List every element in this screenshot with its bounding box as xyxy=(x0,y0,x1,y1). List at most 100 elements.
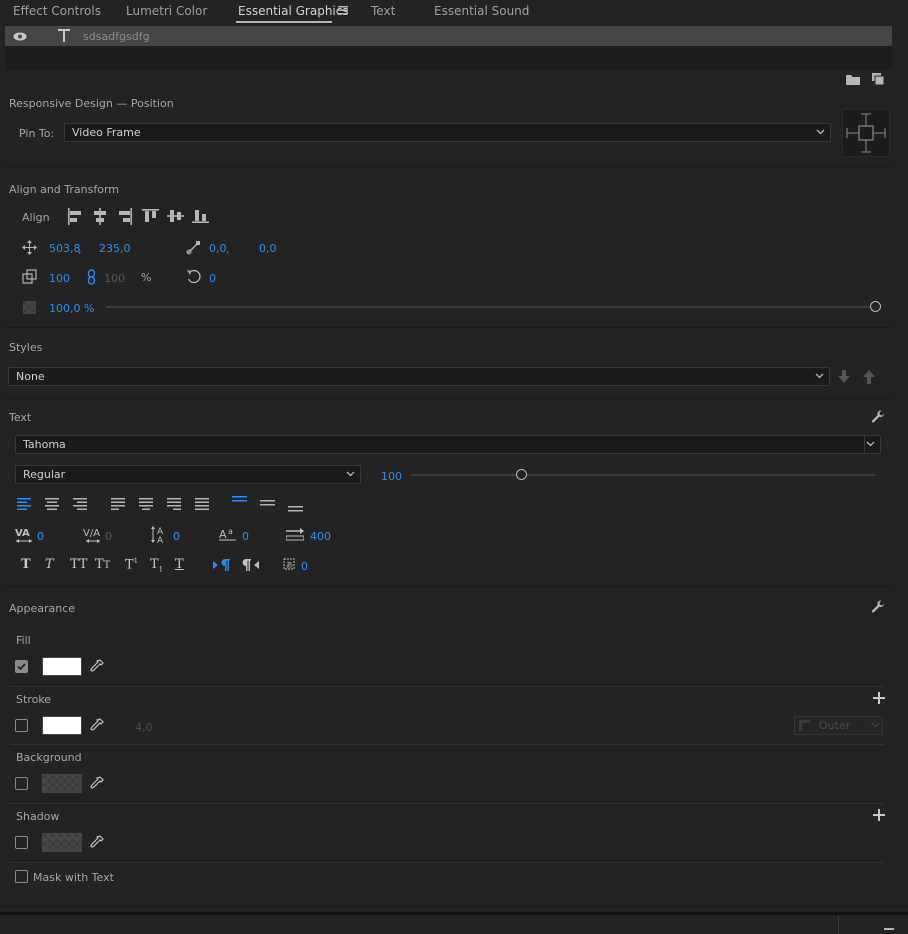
opacity-slider-track[interactable] xyxy=(106,306,876,308)
align-right-icon[interactable] xyxy=(117,208,133,225)
scale-value[interactable]: 100 xyxy=(49,272,70,285)
kerning-value[interactable]: 0 xyxy=(37,530,44,543)
background-label: Background xyxy=(16,751,82,764)
svg-text:A: A xyxy=(219,528,227,541)
eyedropper-icon[interactable] xyxy=(90,776,104,791)
new-layer-icon[interactable] xyxy=(872,73,884,85)
text-top-align-icon[interactable] xyxy=(232,496,247,506)
fill-color-swatch[interactable] xyxy=(42,657,82,676)
tab-effect-controls[interactable]: Effect Controls xyxy=(13,4,101,18)
svg-text:V/A: V/A xyxy=(83,528,100,539)
align-top-icon[interactable] xyxy=(142,208,159,224)
background-color-swatch[interactable] xyxy=(42,774,82,793)
text-center-align-icon[interactable] xyxy=(260,500,275,508)
add-stroke-plus-icon[interactable] xyxy=(873,692,885,704)
baseline-shift-value[interactable]: 0 xyxy=(242,530,249,543)
pin-to-label: Pin To: xyxy=(19,127,55,140)
ltr-direction-icon[interactable] xyxy=(213,558,231,572)
minimize-icon[interactable] xyxy=(884,928,894,930)
font-family-dropdown[interactable]: Tahoma xyxy=(15,435,881,454)
stroke-checkbox[interactable] xyxy=(15,719,28,732)
position-x-value[interactable]: 503,8 xyxy=(49,242,81,255)
faux-italic-icon[interactable]: T xyxy=(45,557,54,572)
small-caps-icon[interactable]: TT xyxy=(95,557,110,572)
eyedropper-icon[interactable] xyxy=(90,718,104,733)
layer-name[interactable]: sdsadfgsdfg xyxy=(83,30,150,43)
superscript-icon[interactable]: T1 xyxy=(125,557,138,572)
section-divider xyxy=(5,586,892,587)
eyedropper-icon[interactable] xyxy=(90,659,104,674)
align-left-icon[interactable] xyxy=(67,208,83,225)
scale-unit: % xyxy=(141,271,152,284)
stroke-color-swatch[interactable] xyxy=(42,716,82,735)
anchor-y-value[interactable]: 0,0 xyxy=(259,242,277,255)
tsume-value[interactable]: 0 xyxy=(301,560,308,573)
shadow-checkbox[interactable] xyxy=(15,836,28,849)
appearance-divider xyxy=(10,744,884,745)
rtl-direction-icon[interactable] xyxy=(241,558,259,572)
font-style-dropdown[interactable]: Regular xyxy=(15,465,361,484)
faux-bold-icon[interactable]: T xyxy=(21,557,31,572)
position-y-value[interactable]: 235,0 xyxy=(99,242,131,255)
tab-lumetri-color[interactable]: Lumetri Color xyxy=(126,4,207,18)
align-text-left-icon[interactable] xyxy=(17,498,31,510)
section-divider xyxy=(5,166,892,167)
pin-edges-widget[interactable] xyxy=(842,109,890,157)
new-group-folder-icon[interactable] xyxy=(846,74,860,85)
font-size-slider-thumb[interactable] xyxy=(516,469,528,480)
align-label: Align xyxy=(22,211,50,224)
panel-menu-icon[interactable] xyxy=(338,6,348,15)
wrench-icon[interactable] xyxy=(871,600,885,614)
justify-last-right-icon[interactable] xyxy=(167,498,181,510)
scale-icon xyxy=(22,269,37,284)
wrench-icon[interactable] xyxy=(871,410,885,424)
layer-row[interactable]: sdsadfgsdfg xyxy=(5,26,892,46)
text-bottom-align-icon[interactable] xyxy=(288,506,303,514)
push-style-up-icon[interactable] xyxy=(863,370,875,384)
chevron-down-icon xyxy=(871,717,880,734)
rotation-value[interactable]: 0 xyxy=(209,272,216,285)
font-size-slider-track[interactable] xyxy=(411,474,875,476)
background-checkbox[interactable] xyxy=(15,777,28,790)
tab-essential-sound[interactable]: Essential Sound xyxy=(434,4,529,18)
tab-width-icon xyxy=(286,527,304,541)
justify-last-left-icon[interactable] xyxy=(111,498,125,510)
leading-value[interactable]: 0 xyxy=(173,530,180,543)
opacity-value[interactable]: 100,0 % xyxy=(49,302,94,315)
tracking-icon: V/A xyxy=(83,526,103,544)
fill-label: Fill xyxy=(16,634,31,647)
justify-all-icon[interactable] xyxy=(195,498,209,510)
chevron-down-icon xyxy=(866,436,875,453)
visibility-eye-icon[interactable] xyxy=(13,32,27,41)
tsume-icon: あ xyxy=(281,556,297,572)
status-divider xyxy=(838,915,839,934)
align-vertical-center-icon[interactable] xyxy=(167,208,184,224)
underline-icon[interactable]: T xyxy=(175,557,184,572)
align-text-center-icon[interactable] xyxy=(45,498,59,510)
appearance-divider xyxy=(10,686,884,687)
all-caps-icon[interactable]: TT xyxy=(70,557,88,572)
styles-dropdown[interactable]: None xyxy=(8,367,830,386)
align-bottom-icon[interactable] xyxy=(192,208,209,224)
subscript-icon[interactable]: T1 xyxy=(150,557,163,574)
pin-to-dropdown[interactable]: Video Frame xyxy=(64,123,831,142)
panel-resize-bar[interactable] xyxy=(0,912,908,915)
appearance-divider xyxy=(10,803,884,804)
align-horizontal-center-icon[interactable] xyxy=(92,208,108,225)
mask-with-text-checkbox[interactable] xyxy=(15,870,28,883)
tab-width-value[interactable]: 400 xyxy=(310,530,331,543)
eyedropper-icon[interactable] xyxy=(90,835,104,850)
opacity-slider-thumb[interactable] xyxy=(870,301,881,312)
chain-link-icon[interactable] xyxy=(87,269,97,285)
tab-text[interactable]: Text xyxy=(371,4,395,18)
push-style-down-icon[interactable] xyxy=(838,370,850,384)
align-text-right-icon[interactable] xyxy=(73,498,87,510)
anchor-x-value[interactable]: 0,0 xyxy=(209,242,227,255)
fill-checkbox[interactable] xyxy=(15,660,28,673)
stroke-position-dropdown: Outer xyxy=(794,716,883,735)
font-size-value[interactable]: 100 xyxy=(381,470,402,483)
shadow-color-swatch[interactable] xyxy=(42,833,82,852)
justify-last-center-icon[interactable] xyxy=(139,498,153,510)
add-shadow-plus-icon[interactable] xyxy=(873,809,885,821)
tab-essential-graphics[interactable]: Essential Graphics xyxy=(238,4,349,18)
